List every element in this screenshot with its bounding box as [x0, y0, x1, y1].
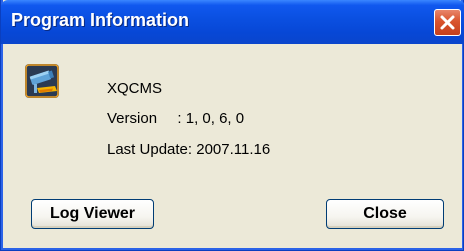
cctv-camera-icon [25, 64, 59, 98]
title-bar[interactable]: Program Information [1, 0, 464, 44]
version-line: Version : 1, 0, 6, 0 [107, 110, 244, 127]
version-value: : 1, 0, 6, 0 [177, 110, 245, 127]
app-name: XQCMS [107, 80, 163, 97]
window-title: Program Information [11, 10, 190, 30]
close-button[interactable]: Close [326, 199, 444, 229]
close-window-button[interactable] [434, 9, 461, 36]
last-update-label: Last Update: [107, 141, 193, 158]
close-icon [440, 15, 455, 30]
version-label: Version [107, 110, 158, 127]
program-information-dialog: Program Information XQCMS Version: 1, 0… [0, 0, 464, 251]
last-update-value: 2007.11.16 [196, 141, 271, 158]
dialog-body: XQCMS Version : 1, 0, 6, 0 Last Update: … [4, 44, 462, 248]
log-viewer-button[interactable]: Log Viewer [31, 199, 154, 229]
last-update-line: Last Update: 2007.11.16 [107, 141, 270, 158]
